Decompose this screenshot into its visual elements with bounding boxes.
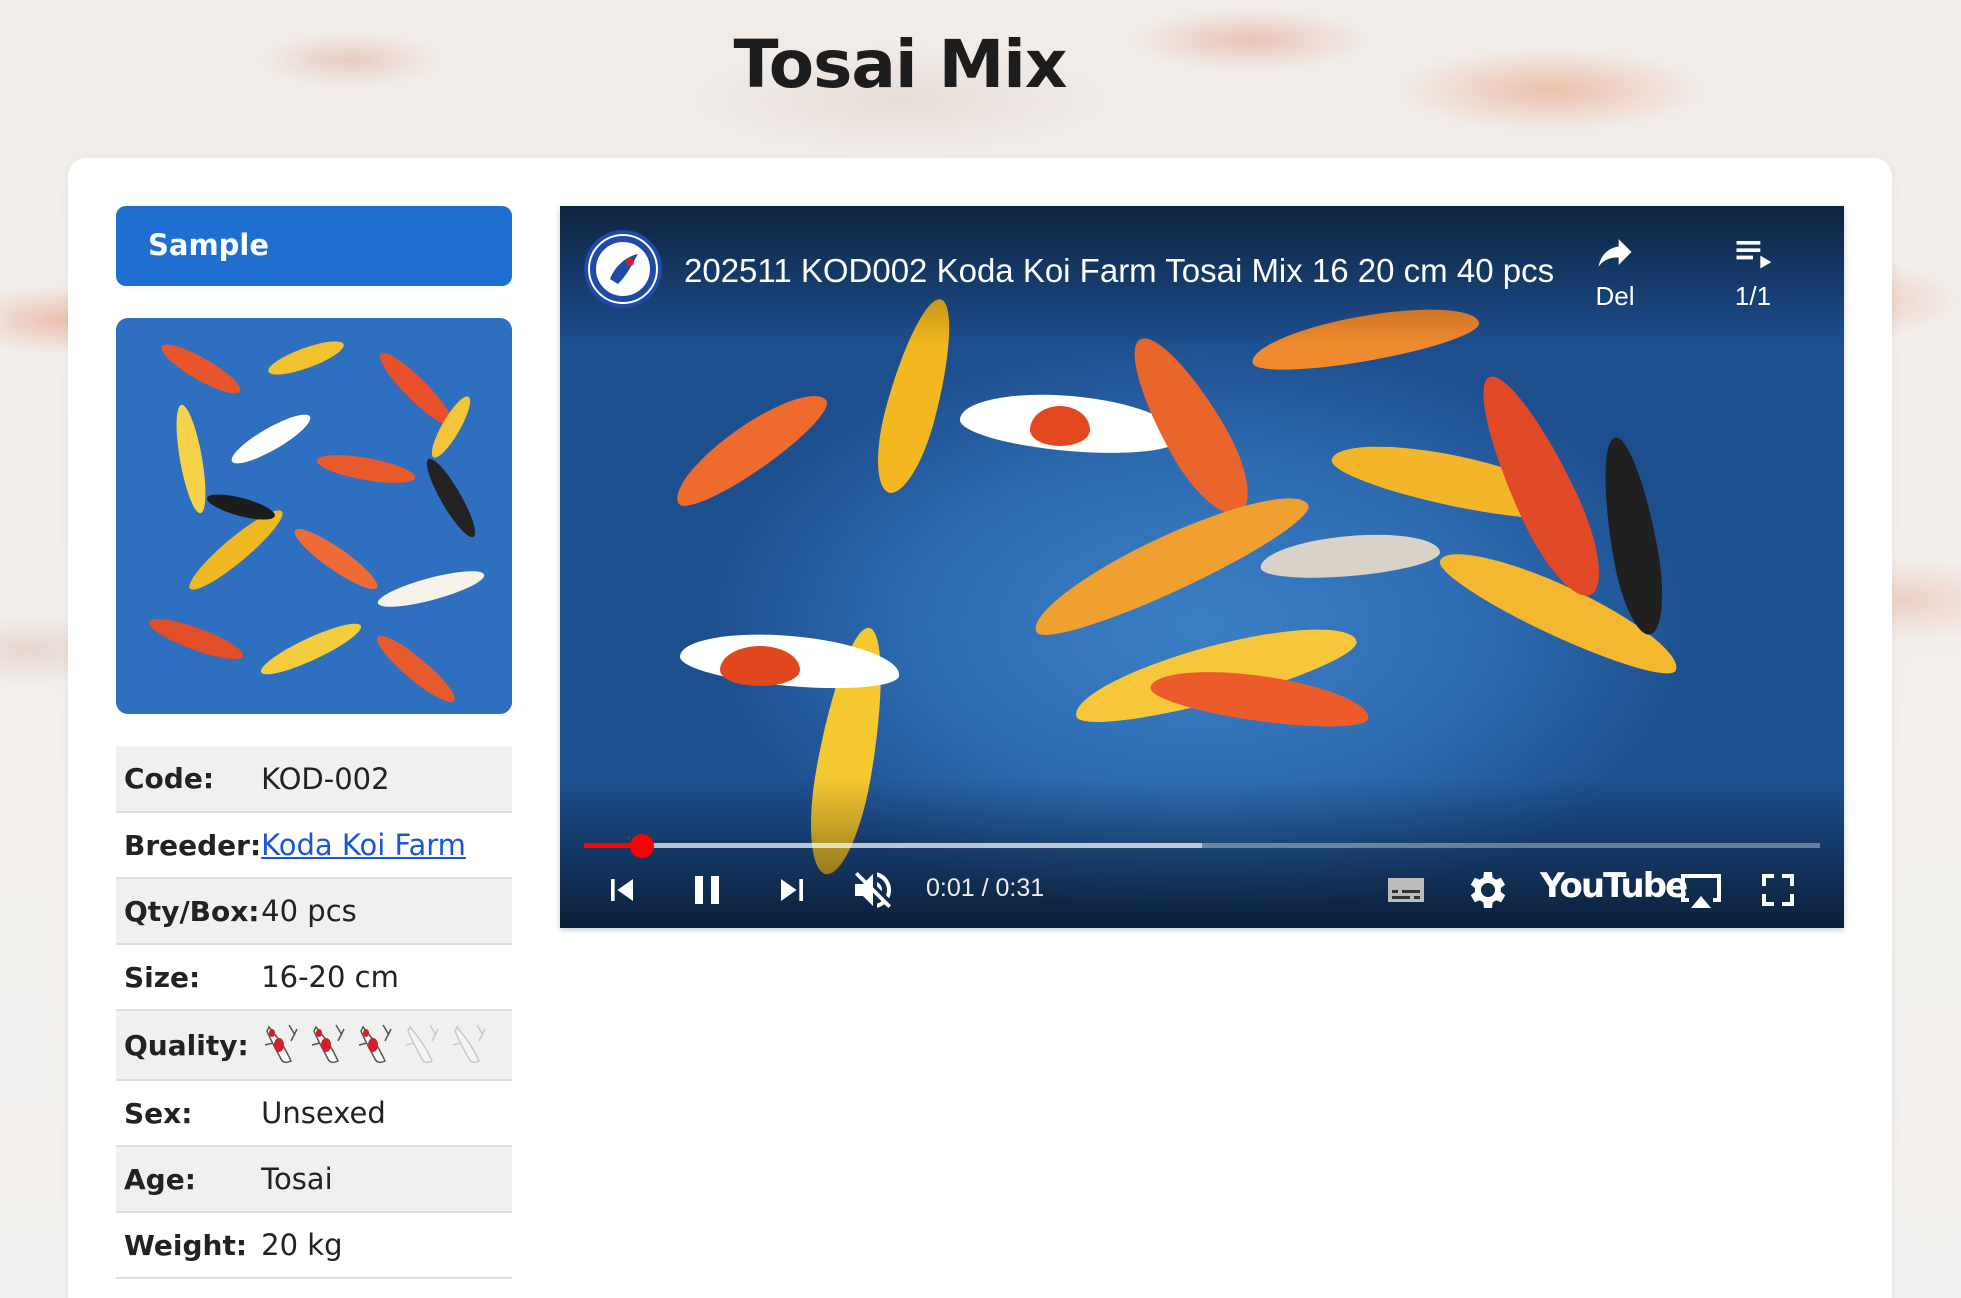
next-button[interactable]	[770, 866, 814, 914]
playlist-count: 1/1	[1734, 281, 1772, 311]
detail-label: Code:	[116, 746, 262, 813]
koi-rating-empty-icon	[405, 1024, 439, 1064]
detail-label: Size:	[116, 944, 262, 1011]
sample-thumbnail[interactable]	[116, 318, 512, 714]
koi-rating-filled-icon	[358, 1024, 392, 1064]
detail-row-size: Size: 16-20 cm	[116, 944, 512, 1011]
page-title: Tosai Mix	[733, 26, 1068, 103]
next-icon	[781, 879, 803, 901]
share-label: Del	[1595, 281, 1635, 311]
previous-button[interactable]	[600, 866, 644, 914]
detail-row-code: Code: KOD-002	[116, 746, 512, 813]
subtitles-icon	[1388, 878, 1424, 902]
detail-value: Tosai	[261, 1146, 512, 1213]
channel-logo-icon[interactable]	[584, 230, 662, 308]
detail-value: 20 kg	[261, 1212, 512, 1279]
subtitles-button[interactable]	[1382, 866, 1430, 914]
detail-value: KOD-002	[261, 746, 512, 813]
detail-row-quality: Quality:	[116, 1010, 512, 1081]
detail-value: Unsexed	[261, 1080, 512, 1147]
detail-row-age: Age: Tosai	[116, 1146, 512, 1213]
playlist-icon	[1736, 241, 1772, 269]
detail-label: Breeder:	[116, 812, 262, 879]
detail-row-sex: Sex: Unsexed	[116, 1080, 512, 1147]
detail-label: Age:	[116, 1146, 262, 1213]
detail-label: Sex:	[116, 1080, 262, 1147]
detail-label: Qty/Box:	[116, 878, 262, 945]
share-button[interactable]: Del	[1570, 230, 1660, 312]
playlist-button[interactable]: 1/1	[1708, 230, 1798, 312]
breeder-link[interactable]: Koda Koi Farm	[261, 828, 466, 862]
detail-value: 16-20 cm	[261, 944, 512, 1011]
detail-label: Weight:	[116, 1212, 262, 1279]
progress-bar[interactable]	[584, 834, 1820, 858]
detail-row-weight: Weight: 20 kg	[116, 1212, 512, 1279]
video-title[interactable]: 202511 KOD002 Koda Koi Farm Tosai Mix 16…	[684, 252, 1564, 290]
koi-rating-filled-icon	[264, 1024, 298, 1064]
settings-icon	[1470, 872, 1506, 908]
sample-header: Sample	[116, 206, 512, 286]
airplay-button[interactable]	[1674, 866, 1728, 914]
progress-scrubber[interactable]	[630, 834, 655, 858]
detail-row-qty: Qty/Box: 40 pcs	[116, 878, 512, 945]
share-icon	[1598, 239, 1632, 267]
mute-button[interactable]	[848, 866, 898, 914]
koi-rating-empty-icon	[452, 1024, 486, 1064]
fullscreen-icon	[1762, 874, 1794, 906]
pause-button[interactable]	[682, 866, 732, 914]
koi-rating-filled-icon	[311, 1024, 345, 1064]
quality-rating	[261, 1010, 512, 1081]
details-table: Code: KOD-002 Breeder: Koda Koi Farm Qty…	[116, 746, 512, 1279]
pause-icon	[695, 876, 719, 904]
youtube-logo[interactable]: YouTube	[1540, 866, 1688, 906]
video-player[interactable]: 202511 KOD002 Koda Koi Farm Tosai Mix 16…	[560, 206, 1844, 928]
time-display: 0:01 / 0:31	[926, 874, 1045, 902]
mute-icon	[855, 872, 891, 908]
detail-row-breeder: Breeder: Koda Koi Farm	[116, 812, 512, 879]
settings-button[interactable]	[1462, 866, 1510, 914]
detail-label: Quality:	[116, 1010, 262, 1081]
previous-icon	[611, 879, 633, 901]
fullscreen-button[interactable]	[1754, 866, 1802, 914]
detail-value: 40 pcs	[261, 878, 512, 945]
airplay-icon	[1681, 874, 1721, 908]
